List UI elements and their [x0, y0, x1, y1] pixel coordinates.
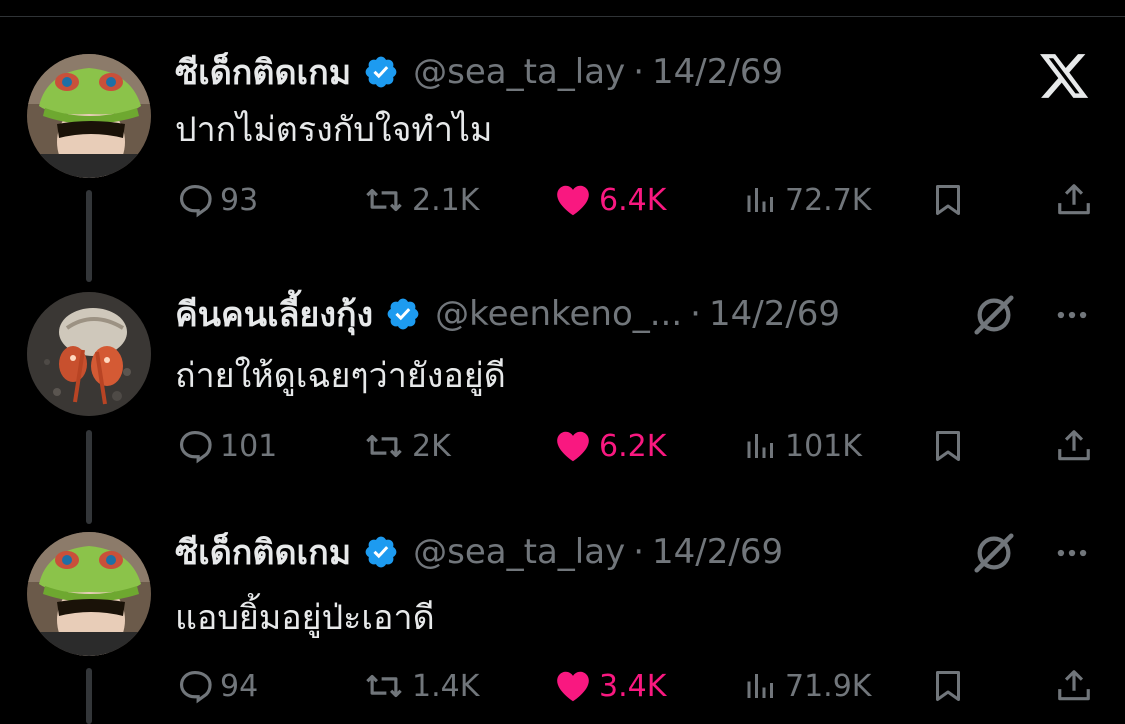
repost-button[interactable]: 1.4K — [362, 662, 479, 710]
reply-count: 94 — [220, 668, 259, 704]
tweet-actions: 101 2K 6.2K 101K — [0, 422, 1125, 470]
verified-badge-icon — [363, 54, 399, 90]
tweet-text: ถ่ายให้ดูเฉยๆว่ายังอยู่ดี — [175, 356, 506, 396]
repost-icon — [366, 674, 402, 698]
reply-count: 101 — [220, 428, 278, 464]
tweet-text: แอบยิ้มอยู่ป่ะเอาดี — [175, 598, 435, 638]
views-icon — [747, 674, 773, 698]
reply-button[interactable]: 101 — [176, 422, 277, 470]
tweet-text: ปากไม่ตรงกับใจทำไม — [175, 110, 493, 150]
share-icon — [1058, 430, 1090, 461]
avatar[interactable] — [27, 532, 151, 656]
avatar[interactable] — [27, 54, 151, 178]
repost-button[interactable]: 2.1K — [362, 176, 479, 224]
reply-button[interactable]: 94 — [176, 662, 258, 710]
grok-icon[interactable] — [970, 530, 1018, 580]
separator: · — [633, 532, 645, 572]
more-options-icon[interactable] — [1050, 296, 1094, 338]
timestamp[interactable]: 14/2/69 — [652, 52, 783, 92]
share-icon — [1058, 670, 1090, 701]
views-count: 71.9K — [785, 668, 872, 704]
separator: · — [633, 52, 645, 92]
x-logo-icon[interactable] — [1040, 54, 1090, 104]
reply-button[interactable]: 93 — [176, 176, 258, 224]
bookmark-icon — [936, 431, 960, 461]
verified-badge-icon — [385, 296, 421, 332]
repost-count: 1.4K — [412, 668, 480, 704]
handle[interactable]: @sea_ta_lay — [413, 52, 625, 92]
display-name[interactable]: คีนคนเลี้ยงกุ้ง — [175, 287, 373, 341]
share-button[interactable] — [1055, 422, 1093, 470]
repost-count: 2K — [412, 428, 451, 464]
like-button[interactable]: 3.4K — [553, 662, 666, 710]
like-button[interactable]: 6.4K — [553, 176, 666, 224]
timestamp[interactable]: 14/2/69 — [652, 532, 783, 572]
bookmark-icon — [936, 671, 960, 701]
more-options-icon[interactable] — [1050, 534, 1094, 576]
bookmark-button[interactable] — [930, 422, 966, 470]
views-button[interactable]: 71.9K — [743, 662, 871, 710]
top-divider — [0, 16, 1125, 17]
tweet-actions: 93 2.1K 6.4K 72.7K — [0, 176, 1125, 224]
views-icon — [747, 188, 773, 212]
views-count: 101K — [785, 428, 862, 464]
reply-icon — [179, 430, 212, 464]
repost-icon — [366, 434, 402, 458]
display-name[interactable]: ซีเด็กติดเกม — [175, 525, 351, 579]
repost-count: 2.1K — [412, 182, 480, 218]
like-button[interactable]: 6.2K — [553, 422, 666, 470]
heart-icon — [557, 431, 589, 462]
bookmark-button[interactable] — [930, 176, 966, 224]
reply-icon — [179, 184, 212, 218]
heart-icon — [557, 671, 589, 702]
like-count: 6.2K — [599, 428, 667, 464]
like-count: 6.4K — [599, 182, 667, 218]
handle[interactable]: @keenkeno_... — [435, 294, 682, 334]
repost-button[interactable]: 2K — [362, 422, 451, 470]
handle[interactable]: @sea_ta_lay — [413, 532, 625, 572]
repost-icon — [366, 188, 402, 212]
share-button[interactable] — [1055, 176, 1093, 224]
separator: · — [690, 294, 701, 334]
like-count: 3.4K — [599, 668, 667, 704]
views-icon — [747, 434, 773, 458]
heart-icon — [557, 185, 589, 216]
views-count: 72.7K — [785, 182, 872, 218]
bookmark-icon — [936, 185, 960, 215]
timestamp[interactable]: 14/2/69 — [709, 294, 840, 334]
display-name[interactable]: ซีเด็กติดเกม — [175, 45, 351, 99]
share-icon — [1058, 184, 1090, 215]
avatar[interactable] — [27, 292, 151, 416]
views-button[interactable]: 72.7K — [743, 176, 871, 224]
views-button[interactable]: 101K — [743, 422, 862, 470]
reply-count: 93 — [220, 182, 259, 218]
grok-icon[interactable] — [970, 292, 1018, 342]
verified-badge-icon — [363, 534, 399, 570]
share-button[interactable] — [1055, 662, 1093, 710]
bookmark-button[interactable] — [930, 662, 966, 710]
reply-icon — [179, 670, 212, 704]
tweet-actions: 94 1.4K 3.4K 71.9K — [0, 662, 1125, 710]
